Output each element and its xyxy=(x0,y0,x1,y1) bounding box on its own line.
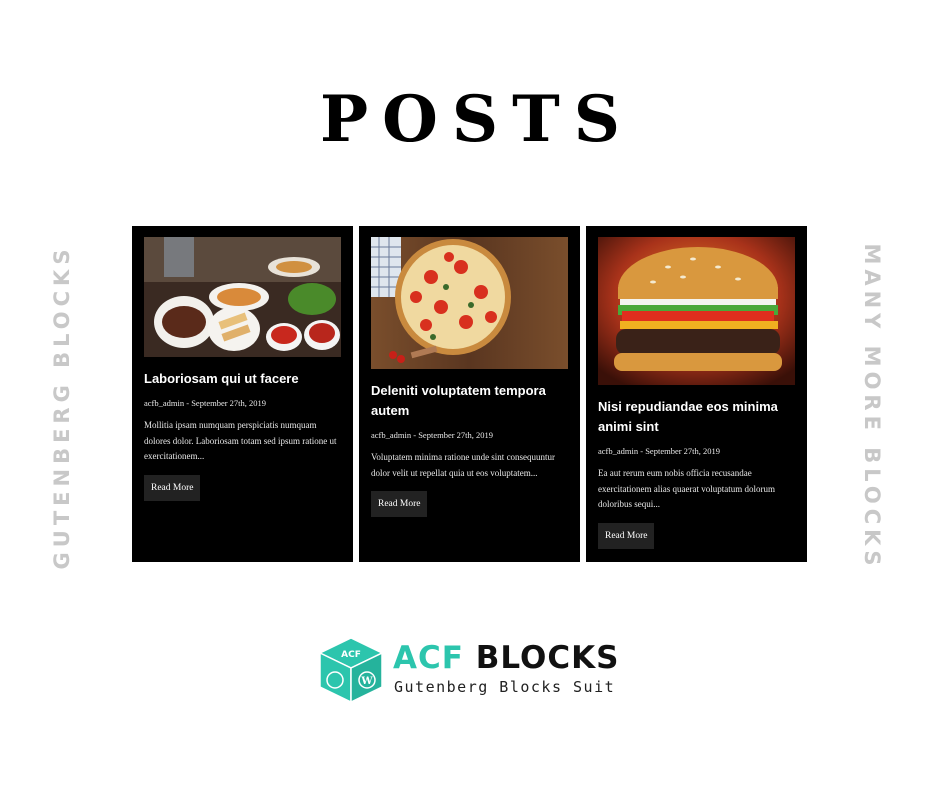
page-title: POSTS xyxy=(320,82,634,157)
brand-name-accent: ACF xyxy=(393,640,464,676)
read-more-button[interactable]: Read More xyxy=(371,491,428,517)
side-label-right: MANY MORE BLOCKS xyxy=(860,243,884,571)
acf-cube-logo-icon: ACF W xyxy=(318,637,384,704)
post-card: Nisi repudiandae eos minima animi sint a… xyxy=(586,226,807,562)
post-card: Deleniti voluptatem tempora autem acfb_a… xyxy=(359,226,580,562)
post-excerpt: Ea aut rerum eum nobis officia recusanda… xyxy=(598,468,775,509)
post-excerpt: Voluptatem minima ratione unde sint cons… xyxy=(371,452,556,478)
post-thumbnail-food-platter[interactable] xyxy=(144,237,341,357)
brand-name-rest: BLOCKS xyxy=(475,640,620,676)
post-meta: acfb_admin - September 27th, 2019 xyxy=(371,430,494,440)
post-thumbnail-pizza[interactable] xyxy=(371,237,568,369)
post-excerpt: Mollitia ipsam numquam perspiciatis numq… xyxy=(144,420,337,461)
cube-label: ACF xyxy=(341,650,361,660)
side-label-left: GUTENBERG BLOCKS xyxy=(50,244,74,570)
read-more-button[interactable]: Read More xyxy=(598,522,655,549)
post-title[interactable]: Deleniti voluptatem tempora autem xyxy=(371,381,568,421)
post-meta: acfb_admin - September 27th, 2019 xyxy=(598,446,721,456)
svg-text:W: W xyxy=(360,676,373,687)
post-thumbnail-burger[interactable] xyxy=(598,237,795,385)
brand-tagline: Gutenberg Blocks Suit xyxy=(394,678,616,696)
post-title[interactable]: Laboriosam qui ut facere xyxy=(144,369,341,389)
post-meta: acfb_admin - September 27th, 2019 xyxy=(144,398,267,408)
post-title[interactable]: Nisi repudiandae eos minima animi sint xyxy=(598,397,795,437)
read-more-button[interactable]: Read More xyxy=(144,474,201,501)
brand-name: ACF BLOCKS xyxy=(393,640,619,676)
post-card: Laboriosam qui ut facere acfb_admin - Se… xyxy=(132,226,353,562)
